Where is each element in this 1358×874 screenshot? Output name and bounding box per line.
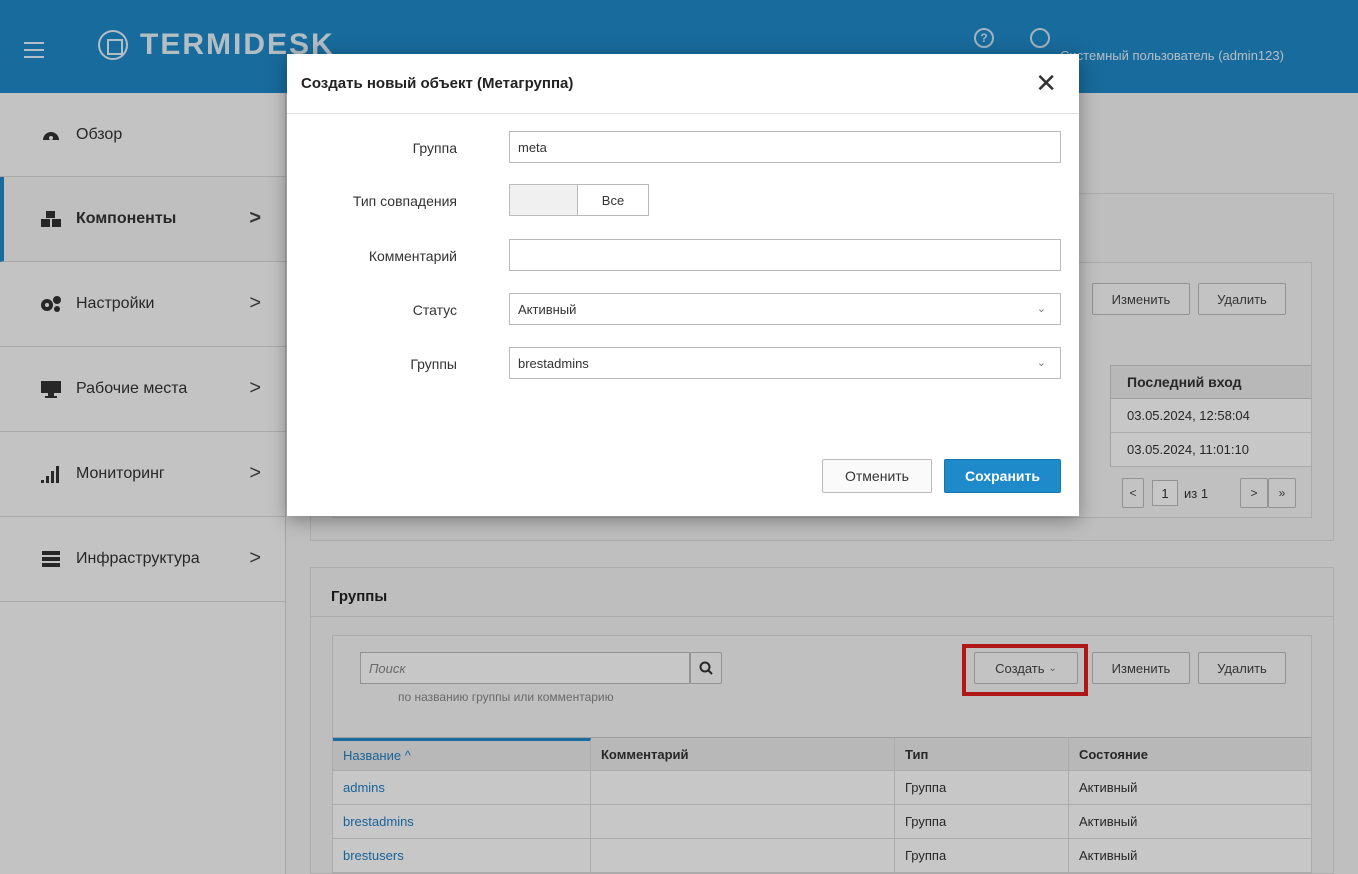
groups-value: brestadmins bbox=[518, 355, 589, 371]
status-label: Статус bbox=[412, 302, 457, 318]
group-input[interactable]: meta bbox=[509, 131, 1061, 163]
form-row-comment: Комментарий bbox=[287, 239, 1079, 273]
groups-select[interactable]: brestadmins ⌄ bbox=[509, 347, 1061, 379]
comment-label: Комментарий bbox=[368, 248, 457, 264]
match-type-label: Тип совпадения bbox=[352, 193, 457, 209]
match-type-toggle[interactable]: Все bbox=[509, 184, 649, 216]
comment-input[interactable] bbox=[509, 239, 1061, 271]
toggle-on-segment[interactable]: Все bbox=[578, 185, 648, 215]
toggle-off-segment[interactable] bbox=[510, 185, 578, 215]
cancel-button[interactable]: Отменить bbox=[822, 459, 932, 493]
close-icon[interactable]: ✕ bbox=[1035, 68, 1057, 99]
group-label: Группа bbox=[412, 140, 457, 156]
chevron-down-icon: ⌄ bbox=[1036, 357, 1046, 369]
chevron-down-icon: ⌄ bbox=[1036, 303, 1046, 315]
groups-label: Группы bbox=[410, 356, 457, 372]
form-row-match: Тип совпадения Все bbox=[287, 184, 1079, 218]
form-row-group: Группа meta bbox=[287, 131, 1079, 165]
dialog-header: Создать новый объект (Метагруппа) ✕ bbox=[287, 54, 1079, 114]
status-value: Активный bbox=[518, 301, 577, 317]
status-select[interactable]: Активный ⌄ bbox=[509, 293, 1061, 325]
dialog-title: Создать новый объект (Метагруппа) bbox=[301, 75, 574, 92]
form-row-status: Статус Активный ⌄ bbox=[287, 293, 1079, 327]
save-button[interactable]: Сохранить bbox=[944, 459, 1061, 493]
create-metagroup-dialog: Создать новый объект (Метагруппа) ✕ Груп… bbox=[287, 54, 1079, 516]
form-row-groups: Группы brestadmins ⌄ bbox=[287, 347, 1079, 381]
